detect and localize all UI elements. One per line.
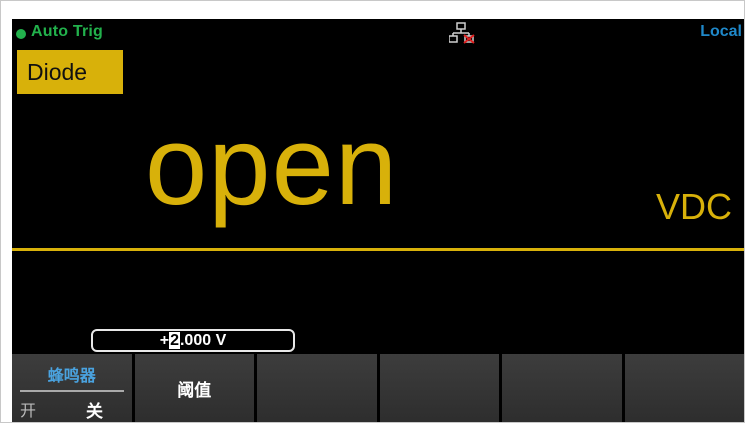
network-disconnected-icon bbox=[448, 22, 475, 44]
display-area: Auto Trig Local Diode open VDC +2.000 V … bbox=[12, 19, 744, 422]
threshold-sign: + bbox=[159, 332, 170, 349]
softkey-3[interactable] bbox=[257, 354, 377, 422]
threshold-softkey[interactable]: 阈值 bbox=[134, 354, 254, 422]
beeper-softkey-separator bbox=[20, 390, 124, 392]
threshold-softkey-label: 阈值 bbox=[177, 381, 212, 401]
threshold-remaining-digits: .000 V bbox=[179, 332, 227, 349]
main-reading: open bbox=[145, 103, 399, 228]
trigger-status-indicator bbox=[16, 29, 26, 39]
reading-unit: VDC bbox=[655, 186, 732, 227]
softkey-6[interactable] bbox=[624, 354, 744, 422]
threshold-input-field[interactable]: +2.000 V bbox=[91, 329, 295, 352]
beeper-off-option: 关 bbox=[86, 402, 103, 422]
beeper-softkey-title: 蜂鸣器 bbox=[47, 366, 96, 385]
softkey-bar: 蜂鸣器 开 关 阈值 bbox=[12, 354, 744, 422]
beeper-softkey[interactable]: 蜂鸣器 开 关 bbox=[12, 354, 132, 422]
softkey-4[interactable] bbox=[379, 354, 499, 422]
threshold-cursor-digit[interactable]: 2 bbox=[169, 332, 180, 349]
softkey-5[interactable] bbox=[502, 354, 622, 422]
beeper-on-option: 开 bbox=[20, 401, 37, 420]
control-mode-text: Local bbox=[700, 23, 742, 40]
measurement-function-label: Diode bbox=[17, 50, 123, 94]
instrument-screen: Auto Trig Local Diode open VDC +2.000 V … bbox=[0, 0, 745, 423]
trigger-mode-text: Auto Trig bbox=[31, 23, 104, 40]
reading-divider bbox=[12, 248, 744, 251]
